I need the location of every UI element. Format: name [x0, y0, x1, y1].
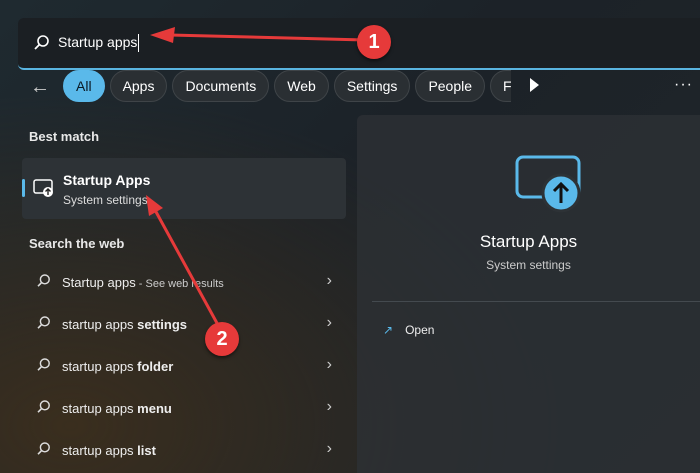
best-match-heading: Best match: [29, 129, 100, 144]
search-icon: [37, 400, 50, 413]
search-icon: [34, 35, 49, 50]
chevron-right-icon[interactable]: ›: [327, 356, 332, 374]
back-arrow-icon[interactable]: ←: [30, 76, 50, 99]
filter-all[interactable]: All: [63, 70, 105, 102]
more-options-icon[interactable]: ···: [674, 76, 693, 94]
search-icon: [37, 316, 50, 329]
detail-title: Startup Apps: [479, 232, 578, 251]
open-button[interactable]: ↗ Open: [383, 323, 434, 337]
filter-folders[interactable]: Folders: [490, 70, 511, 102]
chevron-right-icon[interactable]: ›: [327, 440, 332, 458]
startup-apps-large-icon: [515, 155, 581, 213]
open-external-icon: ↗: [383, 323, 394, 337]
web-result-label: startup apps menu: [62, 401, 172, 416]
filter-chips: All Apps Documents Web Settings People F…: [63, 70, 511, 102]
web-result-item[interactable]: startup apps folder ›: [22, 347, 342, 387]
open-label: Open: [405, 323, 435, 337]
selection-indicator: [22, 179, 25, 197]
chevron-right-icon[interactable]: ›: [327, 272, 332, 290]
search-web-heading: Search the web: [29, 236, 125, 251]
web-result-item[interactable]: startup apps list ›: [22, 431, 342, 471]
web-result-label: startup apps settings: [62, 317, 187, 332]
search-icon: [37, 274, 50, 287]
filter-documents[interactable]: Documents: [172, 70, 270, 102]
startup-apps-icon: [33, 179, 53, 197]
chevron-right-icon[interactable]: ›: [327, 398, 332, 416]
filter-settings[interactable]: Settings: [333, 70, 411, 102]
web-result-label: startup apps folder: [62, 359, 174, 374]
filter-apps[interactable]: Apps: [109, 70, 168, 102]
divider: [372, 301, 700, 302]
detail-subtitle: System settings: [486, 258, 571, 272]
annotation-badge-1: 1: [357, 25, 391, 59]
best-match-title: Startup Apps: [63, 172, 151, 188]
detail-panel: Startup Apps System settings ↗ Open: [357, 115, 700, 473]
web-result-item[interactable]: startup apps menu ›: [22, 389, 342, 429]
best-match-subtitle: System settings: [63, 193, 148, 207]
filter-people[interactable]: People: [415, 70, 486, 102]
search-input[interactable]: Startup apps: [58, 34, 140, 53]
web-result-label: Startup apps - See web results: [62, 275, 224, 290]
web-result-label: startup apps list: [62, 443, 156, 458]
chevron-right-icon[interactable]: ›: [327, 314, 332, 332]
web-result-item[interactable]: Startup apps - See web results ›: [22, 263, 342, 303]
best-match-item[interactable]: Startup Apps System settings: [22, 158, 346, 219]
search-icon: [37, 358, 50, 371]
scroll-right-icon[interactable]: [530, 78, 539, 92]
annotation-badge-2: 2: [205, 322, 239, 356]
web-result-item[interactable]: startup apps settings ›: [22, 305, 342, 345]
search-icon: [37, 442, 50, 455]
filter-web[interactable]: Web: [274, 70, 329, 102]
